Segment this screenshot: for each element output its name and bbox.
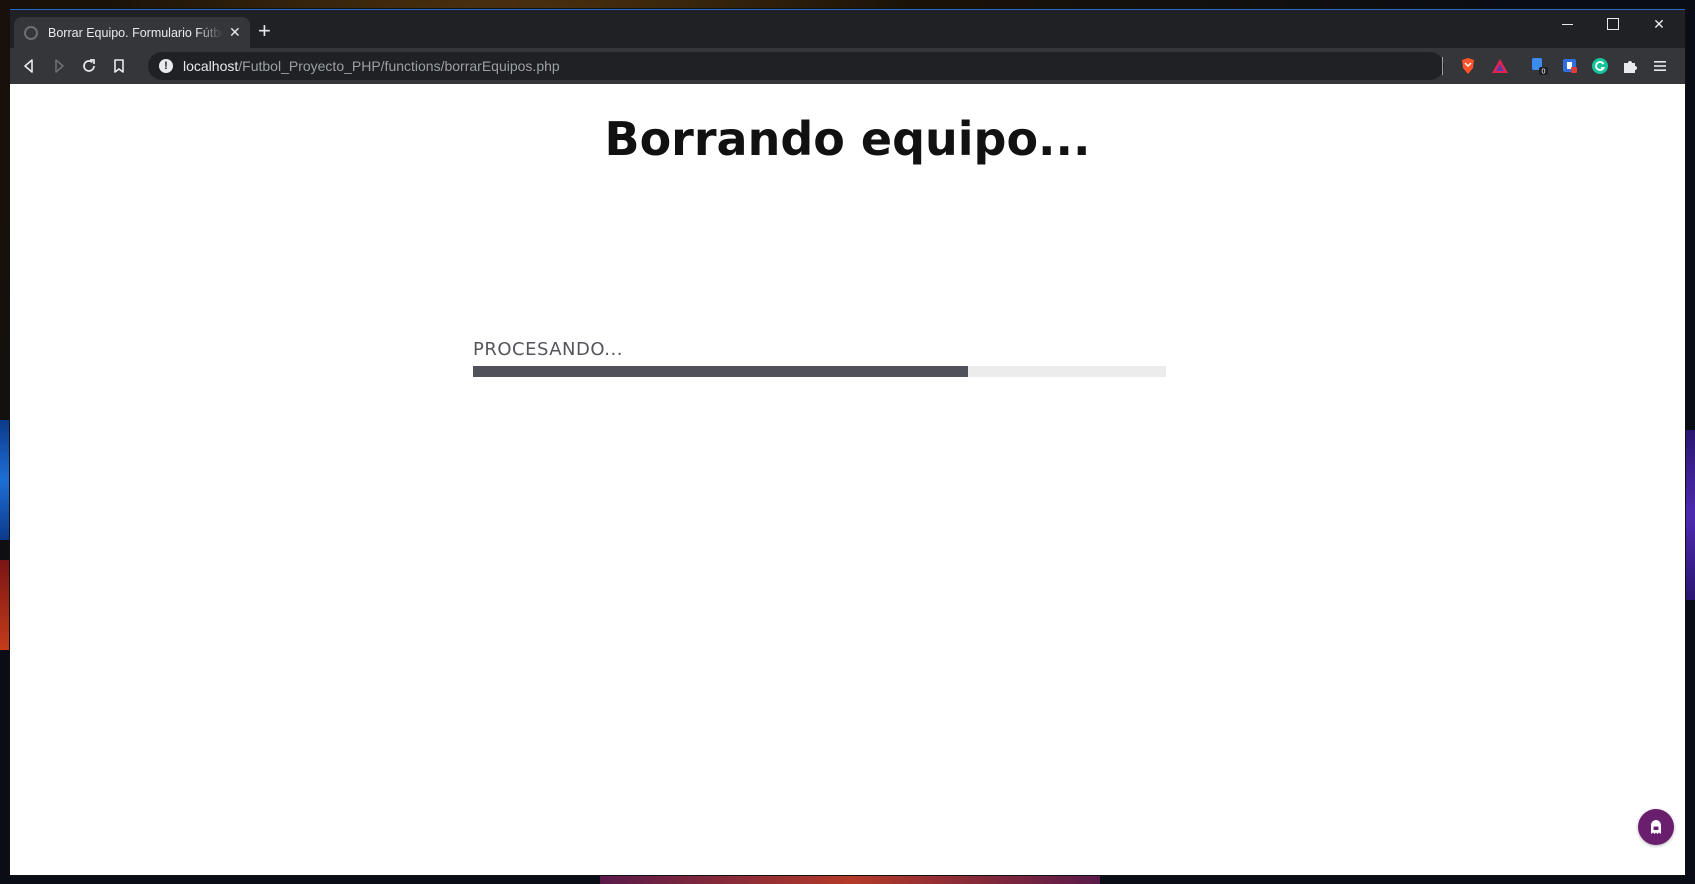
bookmark-icon[interactable] xyxy=(106,54,132,78)
info-icon[interactable]: ! xyxy=(159,59,173,73)
extension-shield-icon[interactable] xyxy=(1560,56,1580,76)
browser-toolbar: ! localhost/Futbol_Proyecto_PHP/function… xyxy=(10,48,1685,84)
browser-tab[interactable]: Borrar Equipo. Formulario Fútbol PHP ✕ xyxy=(14,17,250,48)
svg-text:0: 0 xyxy=(1542,69,1546,76)
reload-icon[interactable] xyxy=(76,54,102,78)
title-bar: Borrar Equipo. Formulario Fútbol PHP ✕ +… xyxy=(10,10,1685,48)
wallpaper-accent xyxy=(600,874,1100,884)
globe-icon xyxy=(24,25,38,40)
grammarly-icon[interactable] xyxy=(1590,56,1610,76)
page-content: Borrando equipo... PROCESANDO... xyxy=(10,84,1685,875)
close-icon[interactable]: ✕ xyxy=(1636,10,1682,38)
minimize-icon[interactable] xyxy=(1544,10,1590,38)
ghost-icon[interactable] xyxy=(1638,809,1674,845)
puzzle-icon[interactable] xyxy=(1620,56,1640,76)
page-title: Borrando equipo... xyxy=(604,112,1091,166)
menu-icon[interactable] xyxy=(1650,56,1670,76)
back-icon[interactable] xyxy=(16,54,42,78)
brave-rewards-icon[interactable] xyxy=(1490,56,1510,76)
maximize-icon[interactable] xyxy=(1590,10,1636,38)
url-host: localhost xyxy=(183,58,239,74)
browser-window: Borrar Equipo. Formulario Fútbol PHP ✕ +… xyxy=(10,9,1685,875)
address-bar[interactable]: ! localhost/Futbol_Proyecto_PHP/function… xyxy=(148,52,1444,80)
tab-title: Borrar Equipo. Formulario Fútbol PHP xyxy=(48,25,223,40)
toolbar-divider xyxy=(1442,57,1443,75)
brave-shield-icon[interactable] xyxy=(1458,56,1478,76)
plus-icon[interactable]: + xyxy=(258,20,271,42)
url-path: /Futbol_Proyecto_PHP/functions/borrarEqu… xyxy=(238,58,560,74)
close-icon[interactable]: ✕ xyxy=(229,24,241,41)
progress-bar-fill xyxy=(473,366,969,377)
forward-icon[interactable] xyxy=(46,54,72,78)
extension-badge-icon[interactable]: 0 xyxy=(1530,56,1550,76)
progress-bar xyxy=(473,366,1166,377)
progress-label: PROCESANDO... xyxy=(473,339,623,360)
